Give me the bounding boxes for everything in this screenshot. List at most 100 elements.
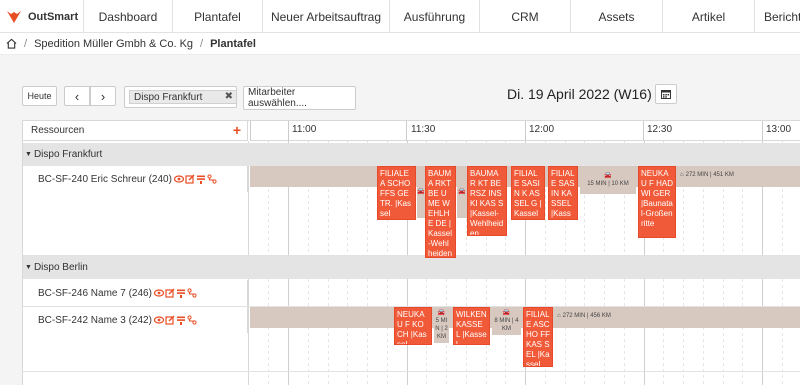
breadcrumb-separator: / xyxy=(24,37,28,50)
current-date: Di. 19 April 2022 (W16) xyxy=(507,86,652,102)
nav-assets[interactable]: Assets xyxy=(570,0,662,33)
fox-logo-icon xyxy=(7,10,21,23)
time-tick-line xyxy=(643,121,644,141)
calendar-icon xyxy=(661,90,671,99)
edit-icon[interactable] xyxy=(165,288,175,298)
calendar-button[interactable] xyxy=(655,84,677,104)
drive-label: 8 MIN | 4 KM xyxy=(494,318,519,332)
car-icon: 🚘 xyxy=(604,173,612,179)
list-icon[interactable] xyxy=(176,288,186,298)
eye-icon[interactable] xyxy=(153,288,164,298)
resource-name: BC-SF-242 Name 3 (242) xyxy=(38,314,152,326)
employee-select[interactable]: Mitarbeiter auswählen.... xyxy=(243,86,356,110)
task-card[interactable]: FILIALE SASIN KASSEL |Kassel xyxy=(548,166,578,220)
drive-segment[interactable]: 🚘 15 MIN | 10 KM xyxy=(580,166,636,194)
nav-dashboard[interactable]: Dashboard xyxy=(83,0,172,33)
add-resource-icon[interactable]: + xyxy=(233,122,241,138)
time-label: 11:30 xyxy=(411,124,436,135)
prev-day-button[interactable]: ‹ xyxy=(64,86,90,106)
list-icon[interactable] xyxy=(176,315,186,325)
time-tick-line xyxy=(250,121,251,141)
resources-header: Ressourcen + xyxy=(23,121,248,141)
row-separator xyxy=(23,371,800,372)
drive-label: 272 MIN | 451 KM xyxy=(685,172,734,178)
today-button[interactable]: Heute xyxy=(22,86,57,106)
car-icon: 🚘 xyxy=(417,189,425,195)
dispo-tag-label: Dispo Frankfurt xyxy=(134,91,203,103)
resource-row[interactable]: BC-SF-240 Eric Schreur (240) xyxy=(23,166,248,192)
resource-actions xyxy=(153,315,197,325)
eye-icon[interactable] xyxy=(173,174,184,184)
resource-actions xyxy=(153,288,197,298)
time-tick-line xyxy=(406,121,407,141)
group-dispo-berlin[interactable]: ▼ Dispo Berlin xyxy=(23,256,800,279)
car-icon: 🚘 xyxy=(437,310,446,316)
edit-icon[interactable] xyxy=(185,174,195,184)
nav-crm[interactable]: CRM xyxy=(479,0,570,33)
remove-tag-icon[interactable]: ✖ xyxy=(225,91,233,102)
nav-reports[interactable]: Bericht xyxy=(754,0,800,33)
car-icon: 🚘 xyxy=(458,189,466,195)
app-name: OutSmart xyxy=(28,10,79,23)
logo[interactable]: OutSmart xyxy=(0,0,83,33)
breadcrumb-current: Plantafel xyxy=(210,37,256,50)
car-icon: 🚘 xyxy=(502,310,511,316)
home-icon[interactable] xyxy=(6,38,17,49)
breadcrumb-separator: / xyxy=(200,37,204,50)
collapse-caret-icon: ▼ xyxy=(25,151,32,158)
task-card[interactable]: BAUMA RKT BE UME W EHLHE DE |Kassel-Wehl… xyxy=(425,166,456,258)
time-tick-line xyxy=(288,121,289,141)
task-card[interactable]: NEUKAU F HADWI GER |Baunatal-Großenritte xyxy=(638,166,676,238)
task-card[interactable]: BAUMAR KT BERSZ INSKI KAS S |Kassel-Wehl… xyxy=(467,166,507,236)
drive-segment[interactable]: ⌂ 272 MIN | 451 KM xyxy=(678,166,800,184)
route-icon[interactable] xyxy=(187,315,197,325)
nav-new-work-order[interactable]: Neuer Arbeitsauftrag xyxy=(262,0,389,33)
group-dispo-frankfurt[interactable]: ▼ Dispo Frankfurt xyxy=(23,143,800,166)
planning-grid: Ressourcen + 11:00 11:30 12:00 12:30 13:… xyxy=(22,120,800,385)
dispo-tag: Dispo Frankfurt ✖ xyxy=(129,90,237,104)
eye-icon[interactable] xyxy=(153,315,164,325)
time-label: 12:30 xyxy=(647,124,673,135)
time-tick-line xyxy=(762,121,763,141)
breadcrumb: / Spedition Müller Gmbh & Co. Kg / Plant… xyxy=(0,33,800,55)
drive-label: 15 MIN | 10 KM xyxy=(587,181,629,187)
nav-articles[interactable]: Artikel xyxy=(662,0,754,33)
task-card[interactable]: WILKEN KASSEL |Kassel xyxy=(453,307,490,345)
drive-label: 5 MI N | 2 KM xyxy=(435,318,448,340)
task-card[interactable]: FILIALE A SCHOFFS GETR. |Kassel xyxy=(377,166,416,220)
timeline-header: 11:00 11:30 12:00 12:30 13:00 xyxy=(250,121,800,141)
group-name: Dispo Berlin xyxy=(33,262,88,273)
group-name: Dispo Frankfurt xyxy=(33,149,103,160)
next-day-button[interactable]: › xyxy=(90,86,116,106)
route-icon[interactable] xyxy=(207,174,217,184)
route-icon[interactable] xyxy=(187,288,197,298)
drive-segment[interactable]: 🚘 xyxy=(457,166,467,218)
home-icon: ⌂ xyxy=(680,172,684,178)
edit-icon[interactable] xyxy=(165,315,175,325)
time-label: 12:00 xyxy=(529,124,555,135)
drive-label: 272 MIN | 456 KM xyxy=(562,313,611,319)
resource-name: BC-SF-246 Name 7 (246) xyxy=(38,287,152,299)
resource-row[interactable]: BC-SF-242 Name 3 (242) xyxy=(23,307,248,333)
task-card[interactable]: NEUKAU F KOCH |Kassel xyxy=(394,307,432,345)
nav-execution[interactable]: Ausführung xyxy=(389,0,479,33)
drive-segment[interactable]: 🚘 5 MI N | 2 KM xyxy=(434,307,449,343)
dispo-select[interactable]: Dispo Frankfurt ✖ xyxy=(124,86,237,108)
task-card[interactable]: FILIALE ASCHO FF KAS SEL |Kassel xyxy=(523,307,553,367)
resources-label: Ressourcen xyxy=(31,125,85,136)
time-label: 13:00 xyxy=(766,124,792,135)
resource-name: BC-SF-240 Eric Schreur (240) xyxy=(38,173,172,185)
breadcrumb-company[interactable]: Spedition Müller Gmbh & Co. Kg xyxy=(34,38,193,50)
drive-segment[interactable]: 🚘 8 MIN | 4 KM xyxy=(492,307,521,335)
resource-row[interactable]: BC-SF-246 Name 7 (246) xyxy=(23,280,248,306)
list-icon[interactable] xyxy=(196,174,206,184)
task-card[interactable]: FILIALE SASIN K ASSEL G |Kassel xyxy=(511,166,545,220)
resource-actions xyxy=(173,174,217,184)
time-tick-line xyxy=(525,121,526,141)
nav-plantafel[interactable]: Plantafel xyxy=(172,0,262,33)
time-label: 11:00 xyxy=(292,124,317,135)
drive-segment[interactable]: ⌂ 272 MIN | 456 KM xyxy=(555,307,800,325)
home-icon: ⌂ xyxy=(557,313,561,319)
top-navigation: OutSmart Dashboard Plantafel Neuer Arbei… xyxy=(0,0,800,33)
drive-segment[interactable]: 🚘 xyxy=(417,166,425,218)
